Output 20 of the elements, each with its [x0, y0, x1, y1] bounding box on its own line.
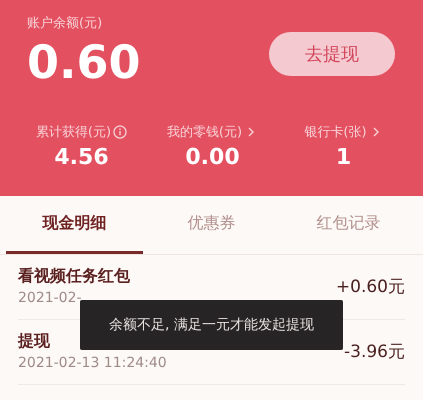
- record-time: 2021-02-: [18, 290, 83, 306]
- record-title: 看视频任务红包: [18, 266, 130, 287]
- stat-label: 我的零钱(元): [166, 124, 242, 141]
- record-title: 提现: [18, 331, 51, 352]
- balance-label: 账户余额(元): [27, 15, 104, 32]
- record-time: 2021-02-13 11:24:40: [18, 355, 167, 371]
- withdraw-button[interactable]: 去提现: [269, 32, 395, 76]
- record-amount: -3.96元: [344, 340, 405, 362]
- balance-amount: 0.60: [27, 34, 140, 90]
- info-icon[interactable]: [113, 125, 128, 139]
- tab[interactable]: 现金明细: [6, 196, 143, 254]
- toast-message: 余额不足, 满足一元才能发起提现: [80, 300, 343, 350]
- record-amount: +0.60元: [336, 276, 405, 298]
- stat-label: 累计获得(元): [36, 124, 112, 141]
- stat-value: 4.56: [54, 145, 109, 170]
- stat-value: 0.00: [185, 145, 240, 170]
- tab[interactable]: 红包记录: [280, 196, 417, 254]
- tab[interactable]: 优惠券: [143, 196, 280, 254]
- stat-label: 银行卡(张): [304, 124, 367, 141]
- stat-value: 1: [336, 145, 352, 170]
